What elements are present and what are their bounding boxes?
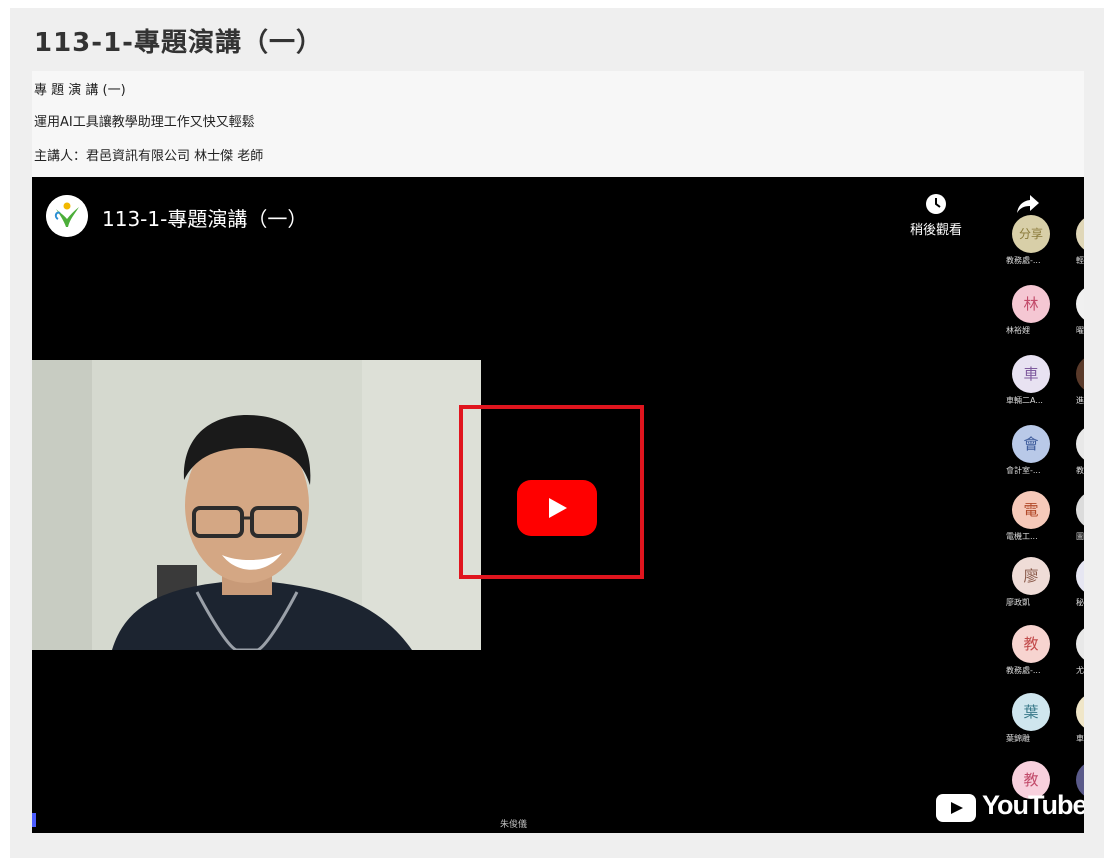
page-title: 113-1-專題演講（一） <box>34 28 323 58</box>
play-button[interactable] <box>517 480 597 536</box>
participant-avatar-partial <box>1076 285 1084 323</box>
participant-name-partial: 圖 <box>1076 532 1084 541</box>
lecture-info: 專 題 演 講 (一) 運用AI工具讓教學助理工作又快又輕鬆 主講人：君邑資訊有… <box>32 71 1084 177</box>
speaker-name-label: 朱俊儀 <box>500 820 528 830</box>
speaker-video-feed <box>32 360 481 650</box>
participant-name: 會計室-... <box>1006 466 1041 475</box>
participant-avatar-partial <box>1076 215 1084 253</box>
clock-icon <box>926 194 946 214</box>
participant-avatar: 林 <box>1012 285 1050 323</box>
speaker-image <box>32 360 481 650</box>
participant-indicator <box>32 813 36 827</box>
participant-name: 車輛二A... <box>1006 396 1043 405</box>
participant-avatar: 葉 <box>1012 693 1050 731</box>
participant-avatar: 廖 <box>1012 557 1050 595</box>
participant-name: 林裕娌 <box>1006 326 1030 335</box>
participant-name-partial: 進 <box>1076 396 1084 405</box>
participant-avatar: 電 <box>1012 491 1050 529</box>
info-line-heading: 專 題 演 講 (一) <box>34 83 126 98</box>
participant-name: 教務處-... <box>1006 666 1041 675</box>
channel-logo-icon <box>46 195 88 237</box>
participant-avatar-partial <box>1076 355 1084 393</box>
youtube-play-icon <box>936 794 976 822</box>
watch-later-label: 稍後觀看 <box>910 223 963 238</box>
participant-name-partial: 尤 <box>1076 666 1084 675</box>
participant-name: 葉錦雕 <box>1006 734 1030 743</box>
participant-avatar-partial <box>1076 491 1084 529</box>
participant-name: 電機工... <box>1006 532 1038 541</box>
participant-name-partial: 輕 <box>1076 256 1084 265</box>
participant-name: 廖政凱 <box>1006 598 1030 607</box>
participant-avatar: 車 <box>1012 355 1050 393</box>
participant-name: 教務處-... <box>1006 256 1041 265</box>
watch-later-button[interactable]: 稍後觀看 <box>910 193 962 238</box>
info-line-speaker: 主講人：君邑資訊有限公司 林士傑 老師 <box>34 149 264 164</box>
video-title[interactable]: 113-1-專題演講（一） <box>102 203 307 232</box>
participant-avatar-partial <box>1076 425 1084 463</box>
participant-list: 分享 教務處-... 林 林裕娌 車 車輛二A... 會 會計室-... 電 電… <box>1006 215 1084 815</box>
channel-logo[interactable] <box>46 195 88 237</box>
page-container: 113-1-專題演講（一） 專 題 演 講 (一) 運用AI工具讓教學助理工作又… <box>10 8 1104 858</box>
youtube-wordmark: YouTube <box>982 790 1084 820</box>
participant-name-partial: 車 <box>1076 734 1084 743</box>
participant-avatar: 教 <box>1012 625 1050 663</box>
participant-name-partial: 曜 <box>1076 326 1084 335</box>
participant-name-partial: 教 <box>1076 466 1084 475</box>
participant-name-partial: 秘 <box>1076 598 1084 607</box>
participant-avatar: 分享 <box>1012 215 1050 253</box>
participant-avatar-partial <box>1076 625 1084 663</box>
participant-avatar: 會 <box>1012 425 1050 463</box>
info-line-topic: 運用AI工具讓教學助理工作又快又輕鬆 <box>34 115 255 130</box>
participant-avatar-partial <box>1076 557 1084 595</box>
share-arrow-icon <box>1017 195 1039 213</box>
youtube-embed[interactable]: 113-1-專題演講（一） 稍後觀看 分享 教務處-... 林 林裕娌 車 車輛… <box>32 177 1084 833</box>
participant-avatar-partial <box>1076 693 1084 731</box>
